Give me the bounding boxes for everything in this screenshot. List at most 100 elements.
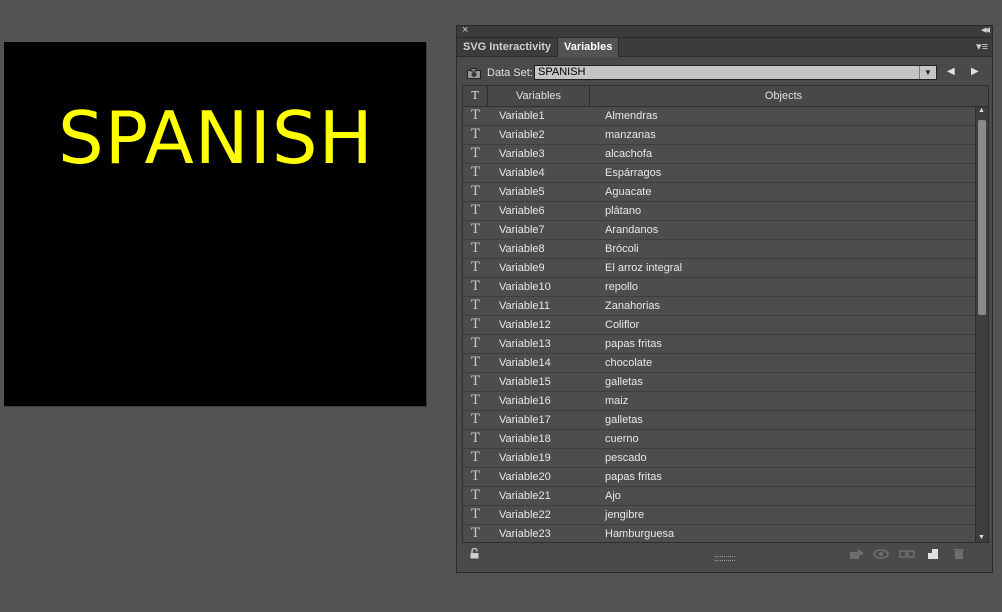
table-row[interactable]: T Variable22 jengibre (463, 506, 975, 525)
table-row[interactable]: T Variable3 alcachofa (463, 145, 975, 164)
text-variable-icon: T (471, 526, 480, 541)
lock-icon[interactable] (470, 548, 479, 559)
table-row[interactable]: T Variable18 cuerno (463, 430, 975, 449)
object-value: galletas (605, 414, 643, 426)
scroll-up-icon[interactable]: ▲ (978, 107, 985, 114)
table-row[interactable]: T Variable2 manzanas (463, 126, 975, 145)
variable-name: Variable3 (499, 148, 545, 160)
scroll-down-icon[interactable]: ▼ (978, 534, 985, 541)
chevron-down-icon[interactable]: ▼ (919, 66, 936, 79)
previous-dataset-icon[interactable]: ◀ (947, 66, 955, 77)
resize-grip[interactable] (715, 556, 735, 561)
variable-name: Variable7 (499, 224, 545, 236)
object-value: pescado (605, 452, 647, 464)
table-row[interactable]: T Variable14 chocolate (463, 354, 975, 373)
variable-name: Variable11 (499, 300, 550, 312)
object-value: Brócoli (605, 243, 639, 255)
collapse-panel-icon[interactable]: ◂◂ (981, 23, 990, 36)
tab-variables[interactable]: Variables (557, 38, 620, 57)
tab-svg-interactivity[interactable]: SVG Interactivity (457, 38, 557, 57)
tab-bar: SVG Interactivity Variables ▾≡ (457, 38, 992, 57)
object-value: galletas (605, 376, 643, 388)
artboard-text[interactable]: SPANISH (58, 102, 374, 174)
text-variable-icon: T (471, 108, 480, 123)
object-value: jengibre (605, 509, 645, 521)
object-value: maiz (605, 395, 629, 407)
table-row[interactable]: T Variable19 pescado (463, 449, 975, 468)
object-value: cuerno (605, 433, 639, 445)
make-object-dynamic-icon[interactable] (849, 548, 865, 560)
artboard: SPANISH (4, 42, 426, 406)
variable-name: Variable8 (499, 243, 545, 255)
table-row[interactable]: T Variable21 Ajo (463, 487, 975, 506)
variable-name: Variable12 (499, 319, 551, 331)
column-header-variables[interactable]: Variables (488, 86, 590, 106)
variable-name: Variable2 (499, 129, 545, 141)
text-variable-icon: T (471, 412, 480, 427)
variable-name: Variable9 (499, 262, 545, 274)
table-row[interactable]: T Variable7 Arandanos (463, 221, 975, 240)
variable-name: Variable17 (499, 414, 551, 426)
table-row[interactable]: T Variable12 Coliflor (463, 316, 975, 335)
scrollbar[interactable]: ▲ ▼ (975, 107, 988, 542)
column-header-objects[interactable]: Objects (590, 86, 977, 106)
table-row[interactable]: T Variable4 Espárragos (463, 164, 975, 183)
text-variable-icon: T (471, 450, 480, 465)
variables-panel: × ◂◂ SVG Interactivity Variables ▾≡ Data… (456, 23, 993, 573)
text-variable-icon: T (471, 317, 480, 332)
object-value: Coliflor (605, 319, 640, 331)
table-body: T Variable1 Almendras T Variable2 manzanas T Va… (463, 107, 975, 542)
text-variable-icon: T (471, 184, 480, 199)
variable-name: Variable18 (499, 433, 551, 445)
variable-name: Variable19 (499, 452, 551, 464)
close-icon[interactable]: × (462, 24, 468, 36)
table-row[interactable]: T Variable6 plátano (463, 202, 975, 221)
table-row[interactable]: T Variable5 Aguacate (463, 183, 975, 202)
table-row[interactable]: T Variable23 Hamburguesa (463, 525, 975, 542)
text-variable-icon: T (471, 374, 480, 389)
table-row[interactable]: T Variable9 El arroz integral (463, 259, 975, 278)
scrollbar-thumb[interactable] (978, 120, 986, 315)
table-row[interactable]: T Variable13 papas fritas (463, 335, 975, 354)
dataset-row: Data Set: SPANISH ▼ ◀ ▶ (457, 57, 992, 85)
text-variable-icon: T (471, 222, 480, 237)
unbind-icon[interactable] (899, 548, 915, 560)
table-row[interactable]: T Variable17 galletas (463, 411, 975, 430)
variable-name: Variable13 (499, 338, 551, 350)
object-value: plátano (605, 205, 642, 217)
dataset-value: SPANISH (538, 66, 586, 78)
text-variable-icon: T (471, 393, 480, 408)
column-header-type[interactable]: T (463, 86, 488, 106)
next-dataset-icon[interactable]: ▶ (971, 66, 979, 77)
text-variable-icon: T (471, 336, 480, 351)
dataset-select[interactable]: SPANISH ▼ (534, 65, 937, 80)
object-value: Hamburguesa (605, 528, 675, 540)
text-variable-icon: T (471, 241, 480, 256)
text-variable-icon: T (471, 355, 480, 370)
camera-icon[interactable] (467, 68, 481, 79)
make-visibility-dynamic-icon[interactable] (873, 548, 889, 560)
table-row[interactable]: T Variable10 repollo (463, 278, 975, 297)
table-row[interactable]: T Variable11 Zanahorias (463, 297, 975, 316)
text-variable-icon: T (471, 165, 480, 180)
variable-name: Variable1 (499, 110, 545, 122)
text-variable-icon: T (471, 279, 480, 294)
table-row[interactable]: T Variable16 maiz (463, 392, 975, 411)
variable-name: Variable22 (499, 509, 551, 521)
variable-name: Variable21 (499, 490, 551, 502)
table-row[interactable]: T Variable15 galletas (463, 373, 975, 392)
table-row[interactable]: T Variable1 Almendras (463, 107, 975, 126)
new-variable-icon[interactable] (927, 548, 939, 560)
object-value: papas fritas (605, 338, 662, 350)
table-header: T Variables Objects (463, 86, 988, 107)
object-value: chocolate (605, 357, 653, 369)
panel-title-bar[interactable]: × ◂◂ (457, 23, 992, 38)
panel-menu-icon[interactable]: ▾≡ (976, 40, 988, 53)
variable-name: Variable4 (499, 167, 545, 179)
table-row[interactable]: T Variable20 papas fritas (463, 468, 975, 487)
delete-variable-icon[interactable] (953, 548, 965, 560)
object-value: alcachofa (605, 148, 653, 160)
object-value: El arroz integral (605, 262, 683, 274)
variable-name: Variable20 (499, 471, 551, 483)
table-row[interactable]: T Variable8 Brócoli (463, 240, 975, 259)
